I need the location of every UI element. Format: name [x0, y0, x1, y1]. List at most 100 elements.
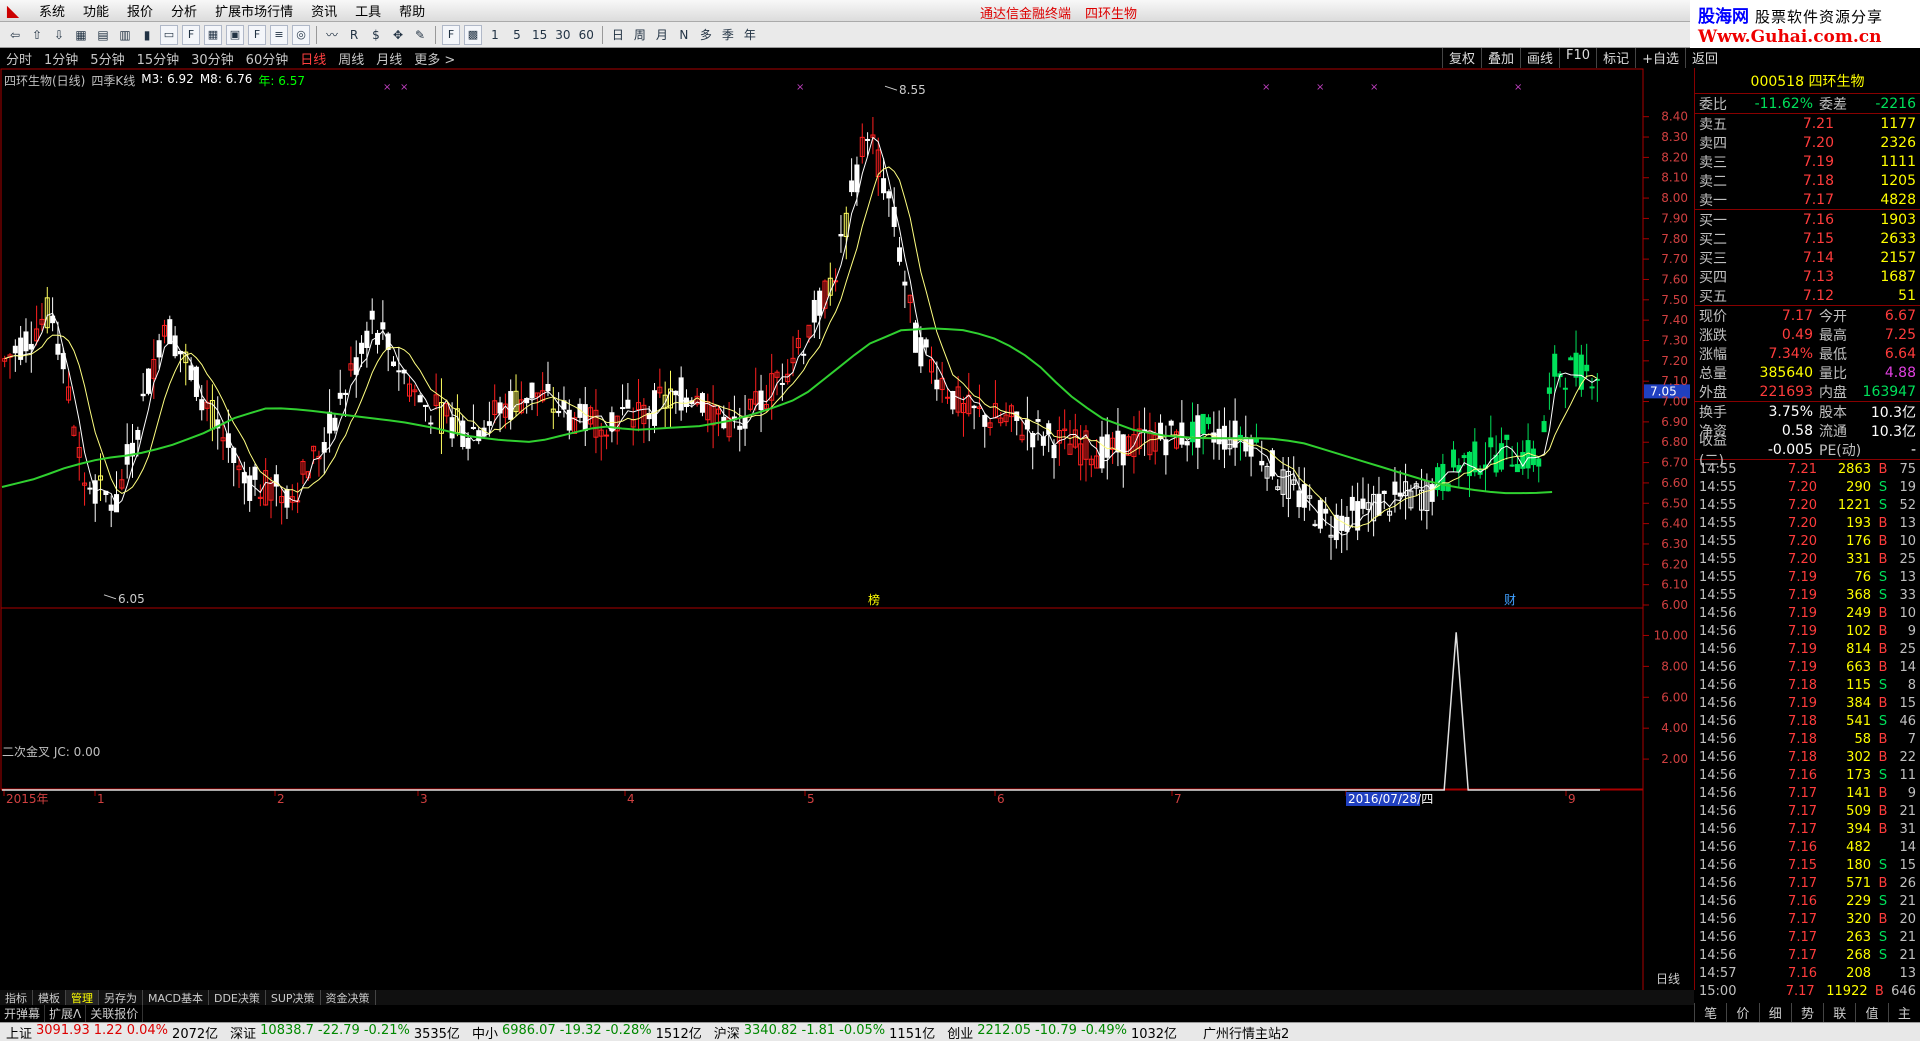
quote-tab[interactable]: 价	[1726, 1003, 1758, 1022]
tick-count: 9	[1907, 623, 1916, 639]
document-icon[interactable]: ▭	[160, 24, 178, 45]
period-15min-button[interactable]: 15	[530, 25, 549, 45]
up-arrow-icon[interactable]: ⇧	[28, 25, 46, 45]
add-watchlist-button[interactable]: +自选	[1635, 48, 1685, 68]
period-week-button[interactable]: 周	[631, 25, 649, 45]
menu-analysis[interactable]: 分析	[162, 1, 206, 20]
tab-more[interactable]: 更多 >	[408, 49, 461, 68]
draw-line-button[interactable]: 画线	[1520, 48, 1559, 68]
sell-row: 卖三 7.19 1111	[1695, 152, 1920, 171]
back-arrow-icon[interactable]: ⇦	[6, 25, 24, 45]
candle-body	[1568, 357, 1574, 361]
indicator-tab[interactable]: 管理	[66, 990, 99, 1005]
period-month-button[interactable]: 月	[653, 25, 671, 45]
indicator-tab[interactable]: 指标	[0, 990, 33, 1005]
menu-news[interactable]: 资讯	[302, 1, 346, 20]
candle-body	[1392, 481, 1398, 495]
layout-icon[interactable]: ▣	[226, 24, 244, 45]
picture-icon[interactable]: ▩	[464, 24, 482, 45]
down-arrow-icon[interactable]: ⇩	[50, 25, 68, 45]
candle-body	[678, 377, 684, 411]
indicator-tab[interactable]: SUP决策	[266, 990, 321, 1005]
tab-monthly[interactable]: 月线	[370, 49, 408, 68]
tab-15min[interactable]: 15分钟	[131, 49, 186, 68]
mark-button[interactable]: 标记	[1596, 48, 1635, 68]
period-n-button[interactable]: N	[675, 25, 693, 45]
period-60min-button[interactable]: 60	[577, 25, 596, 45]
menu-extended-market[interactable]: 扩展市场行情	[206, 1, 302, 20]
menu-system[interactable]: 系统	[30, 1, 74, 20]
period-quarter-button[interactable]: 季	[719, 25, 737, 45]
indicator-tab[interactable]: MACD基本	[143, 990, 209, 1005]
quote-tab[interactable]: 笔	[1694, 1003, 1726, 1022]
tick-price: 7.16	[1788, 965, 1817, 981]
period-day-button[interactable]: 日	[609, 25, 627, 45]
tab-30min[interactable]: 30分钟	[185, 49, 240, 68]
grid-icon[interactable]: ▤	[94, 25, 112, 45]
adjust-button[interactable]: 复权	[1442, 48, 1481, 68]
period-1min-button[interactable]: 1	[486, 25, 504, 45]
period-year-button[interactable]: 年	[741, 25, 759, 45]
list-icon[interactable]: ≡	[270, 24, 288, 45]
quote-tab[interactable]: 主	[1887, 1003, 1920, 1022]
sub-y-tick-label: 4.00	[1661, 721, 1688, 735]
buy-price: 7.16	[1802, 211, 1834, 228]
candle-icon[interactable]: ▮	[138, 25, 156, 45]
tab-1min[interactable]: 1分钟	[38, 49, 84, 68]
candle-body	[199, 399, 205, 411]
candle-body	[1381, 490, 1387, 495]
dollar-icon[interactable]: $	[367, 25, 385, 45]
menu-quote[interactable]: 报价	[118, 1, 162, 20]
menu-tools[interactable]: 工具	[346, 1, 390, 20]
index-name: 深证	[230, 1026, 257, 1041]
buy-price: 7.15	[1802, 230, 1834, 247]
tick-time: 15:00	[1699, 983, 1737, 999]
rsi-icon[interactable]: R	[345, 25, 363, 45]
danmaku-button[interactable]: 开弹幕	[0, 1005, 46, 1022]
candle-body	[982, 414, 988, 427]
f10-icon[interactable]: F	[182, 24, 200, 45]
extend-button[interactable]: 扩展Λ	[45, 1005, 87, 1022]
period-5min-button[interactable]: 5	[508, 25, 526, 45]
table-icon[interactable]: ▦	[204, 24, 222, 45]
related-quote-button[interactable]: 关联报价	[86, 1005, 144, 1022]
back-button[interactable]: 返回	[1685, 48, 1724, 68]
target-icon[interactable]: ◎	[292, 24, 310, 45]
overlay-button[interactable]: 叠加	[1481, 48, 1520, 68]
line-chart-icon[interactable]: 〰	[323, 25, 341, 45]
indicator-tab[interactable]: 模板	[33, 990, 66, 1005]
quote-tab[interactable]: 值	[1855, 1003, 1887, 1022]
indicator-tab[interactable]: DDE决策	[209, 990, 266, 1005]
tick-time: 14:56	[1699, 857, 1737, 873]
index-change: -1.81	[801, 1022, 836, 1038]
pen-icon[interactable]: ✎	[411, 25, 429, 45]
tab-daily[interactable]: 日线	[294, 49, 332, 68]
buy-price: 7.13	[1802, 268, 1834, 285]
tab-5min[interactable]: 5分钟	[84, 49, 130, 68]
tab-intraday[interactable]: 分时	[0, 49, 38, 68]
tick-volume: 102	[1846, 623, 1871, 639]
indicator-tab[interactable]: 资金决策	[321, 990, 376, 1005]
quote-tab[interactable]: 联	[1823, 1003, 1855, 1022]
period-30min-button[interactable]: 30	[553, 25, 572, 45]
kline-chart[interactable]: 8.40 8.30 8.20 8.10 8.00 7.90 7.80 7.70 7.60 7.50…	[0, 68, 1694, 990]
quote-tab[interactable]: 势	[1790, 1003, 1823, 1022]
buy-quantity: 51	[1898, 287, 1916, 304]
tab-weekly[interactable]: 周线	[332, 49, 370, 68]
indicator-tab[interactable]: 另存为	[99, 990, 143, 1005]
tick-price: 7.17	[1788, 803, 1817, 819]
f12-icon[interactable]: F	[248, 24, 266, 45]
candle-body	[252, 466, 258, 480]
f10-button[interactable]: F10	[1559, 48, 1596, 68]
candle-body	[1168, 420, 1174, 426]
chart-icon[interactable]: ▦	[72, 25, 90, 45]
menu-help[interactable]: 帮助	[390, 1, 434, 20]
menu-function[interactable]: 功能	[74, 1, 118, 20]
fs-icon[interactable]: F	[442, 24, 460, 45]
period-multi-button[interactable]: 多	[697, 25, 715, 45]
book-icon[interactable]: ▥	[116, 25, 134, 45]
quote-tab[interactable]: 细	[1758, 1003, 1791, 1022]
tab-60min[interactable]: 60分钟	[240, 49, 295, 68]
move-icon[interactable]: ✥	[389, 25, 407, 45]
tick-count: 31	[1899, 821, 1916, 837]
